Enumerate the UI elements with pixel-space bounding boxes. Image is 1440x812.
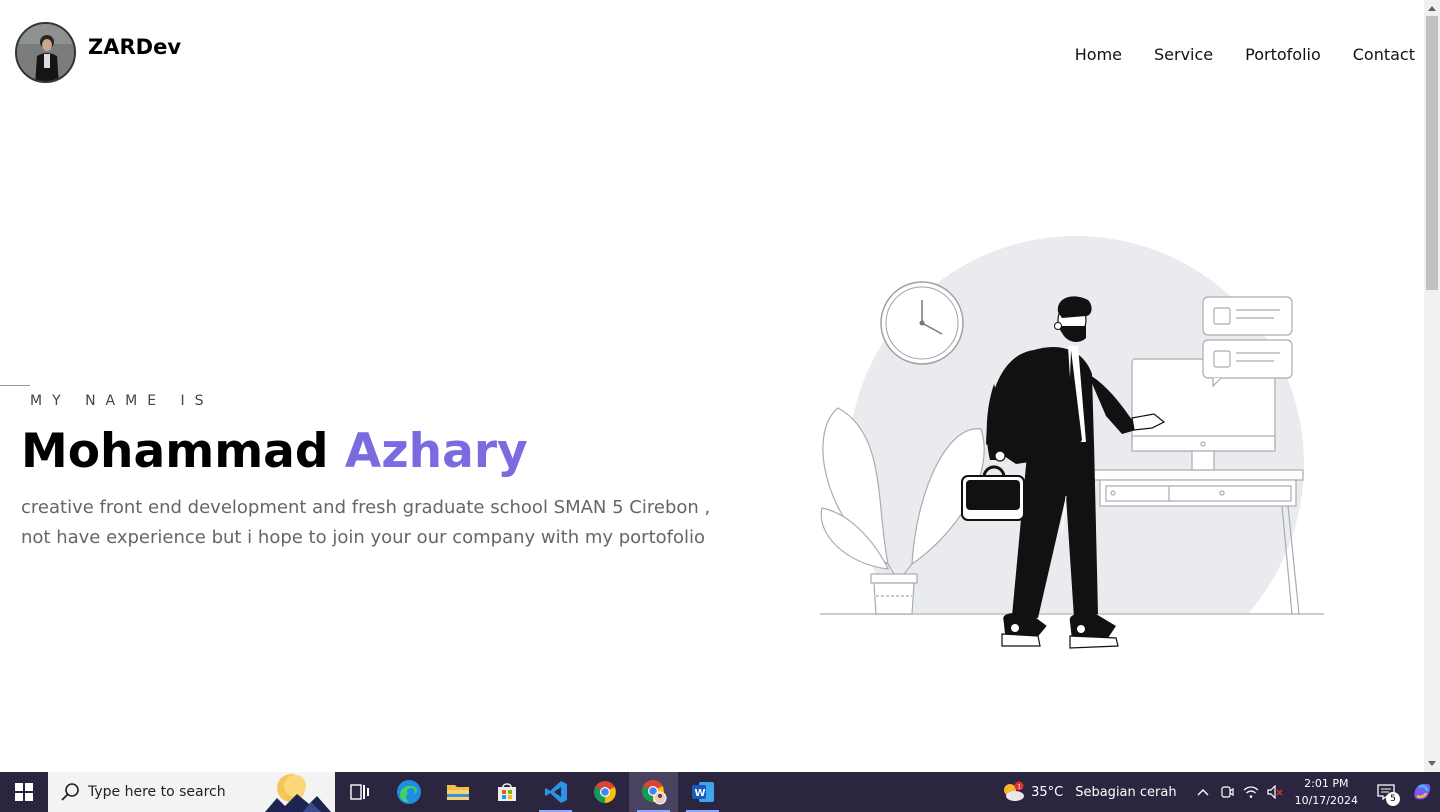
wall-clock-icon: [880, 281, 964, 365]
file-explorer-icon[interactable]: [433, 772, 482, 812]
windows-start-icon[interactable]: [0, 772, 48, 812]
search-icon: [61, 783, 79, 801]
nav-service[interactable]: Service: [1154, 45, 1213, 64]
hero-name: Mohammad Azhary: [21, 424, 528, 479]
hero-description: creative front end development and fresh…: [21, 497, 711, 548]
wifi-icon[interactable]: [1239, 772, 1263, 812]
brand[interactable]: ZARDev: [15, 22, 181, 83]
scroll-thumb[interactable]: [1426, 16, 1438, 290]
task-view-icon[interactable]: [335, 772, 384, 812]
main-nav: Home Service Portofolio Contact: [1043, 45, 1415, 64]
word-icon[interactable]: W: [678, 772, 727, 812]
brand-name: ZARDev: [88, 35, 182, 59]
svg-text:1: 1: [1017, 784, 1021, 791]
clock-time: 2:01 PM: [1304, 777, 1349, 790]
hero-illustration: [816, 236, 1328, 658]
hero-first-name: Mohammad: [21, 424, 329, 479]
notification-count-badge: 5: [1386, 792, 1400, 806]
chrome-icon[interactable]: [580, 772, 629, 812]
chat-bubbles-icon: [1202, 296, 1293, 388]
volume-muted-icon[interactable]: [1263, 772, 1287, 812]
page-scrollbar[interactable]: [1424, 0, 1440, 772]
weather-sun-cloud-icon: 1: [1004, 781, 1025, 801]
hero-divider: [0, 385, 30, 386]
hero-eyebrow: MY NAME IS: [30, 393, 214, 409]
scroll-down-icon[interactable]: [1424, 756, 1440, 772]
search-highlight-art-icon: [255, 772, 335, 812]
edge-browser-icon[interactable]: [384, 772, 433, 812]
hero-last-name: Azhary: [344, 424, 528, 479]
weather-widget[interactable]: 1 35°C Sebagian cerah: [1001, 781, 1177, 803]
search-placeholder: Type here to search: [88, 784, 226, 800]
chrome-profile-icon[interactable]: [629, 772, 678, 812]
screen: ZARDev Home Service Portofolio Contact M…: [0, 0, 1440, 812]
svg-text:W: W: [694, 788, 705, 799]
notification-center-icon[interactable]: 5: [1368, 772, 1404, 812]
taskbar-search-box[interactable]: Type here to search: [48, 772, 335, 812]
meet-now-icon[interactable]: [1215, 772, 1239, 812]
system-tray: 1 35°C Sebagian cerah 2:01 PM 10/17/2024: [1001, 772, 1440, 812]
nav-portofolio[interactable]: Portofolio: [1245, 45, 1321, 64]
system-clock[interactable]: 2:01 PM 10/17/2024: [1295, 775, 1358, 809]
copilot-icon[interactable]: [1404, 772, 1440, 812]
vscode-icon[interactable]: [531, 772, 580, 812]
microsoft-store-icon[interactable]: [482, 772, 531, 812]
show-hidden-icons-chevron-up-icon[interactable]: [1191, 772, 1215, 812]
weather-desc: Sebagian cerah: [1075, 784, 1177, 800]
nav-home[interactable]: Home: [1075, 45, 1122, 64]
nav-contact[interactable]: Contact: [1353, 45, 1415, 64]
avatar: [15, 22, 76, 83]
clock-date: 10/17/2024: [1294, 794, 1358, 807]
scroll-up-icon[interactable]: [1424, 0, 1440, 16]
browser-viewport: ZARDev Home Service Portofolio Contact M…: [0, 0, 1424, 772]
windows-taskbar: Type here to search W 1 35°C Sebagian ce…: [0, 772, 1440, 812]
weather-temp: 35°C: [1031, 784, 1064, 800]
